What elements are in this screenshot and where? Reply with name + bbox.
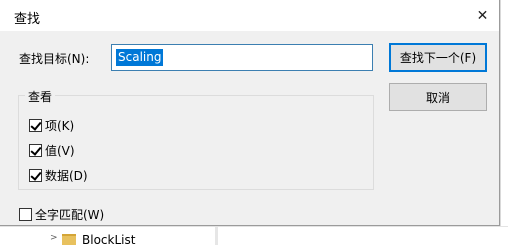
find-next-button[interactable]: 查找下一个(F) (389, 43, 487, 72)
find-target-label: 查找目标(N): (19, 52, 90, 66)
values-checkbox[interactable] (29, 144, 42, 157)
option-values[interactable]: 值(V) (29, 142, 75, 159)
data-checkbox[interactable] (29, 169, 42, 182)
keys-checkbox[interactable] (29, 119, 42, 132)
find-target-value: Scaling (116, 49, 164, 66)
cancel-button[interactable]: 取消 (389, 83, 487, 111)
find-target-input[interactable]: Scaling (111, 44, 373, 71)
values-label: 值(V) (45, 144, 75, 158)
option-data[interactable]: 数据(D) (29, 167, 88, 184)
keys-label: 项(K) (45, 119, 75, 133)
option-keys[interactable]: 项(K) (29, 117, 74, 134)
background-splitter (215, 227, 218, 245)
close-button[interactable]: ✕ (466, 0, 499, 31)
tree-item-label[interactable]: BlockList (82, 233, 135, 245)
close-icon: ✕ (476, 7, 489, 24)
screen: > BlockList 查找 ✕ 查找目标(N): Scaling 查找下一个(… (0, 0, 508, 245)
match-whole-checkbox[interactable] (19, 208, 32, 221)
folder-icon (62, 234, 76, 245)
find-dialog: 查找 ✕ 查找目标(N): Scaling 查找下一个(F) 取消 查看 项(K… (0, 0, 500, 226)
look-at-group-title: 查看 (25, 88, 56, 105)
tree-expand-icon[interactable]: > (50, 233, 58, 243)
title-bar: 查找 ✕ (0, 0, 499, 31)
background-window-edge (500, 0, 508, 245)
match-whole-label: 全字匹配(W) (35, 208, 105, 222)
data-label: 数据(D) (45, 169, 88, 183)
background-tree-pane (0, 226, 508, 245)
option-match-whole[interactable]: 全字匹配(W) (19, 206, 104, 223)
dialog-title: 查找 (14, 12, 41, 27)
